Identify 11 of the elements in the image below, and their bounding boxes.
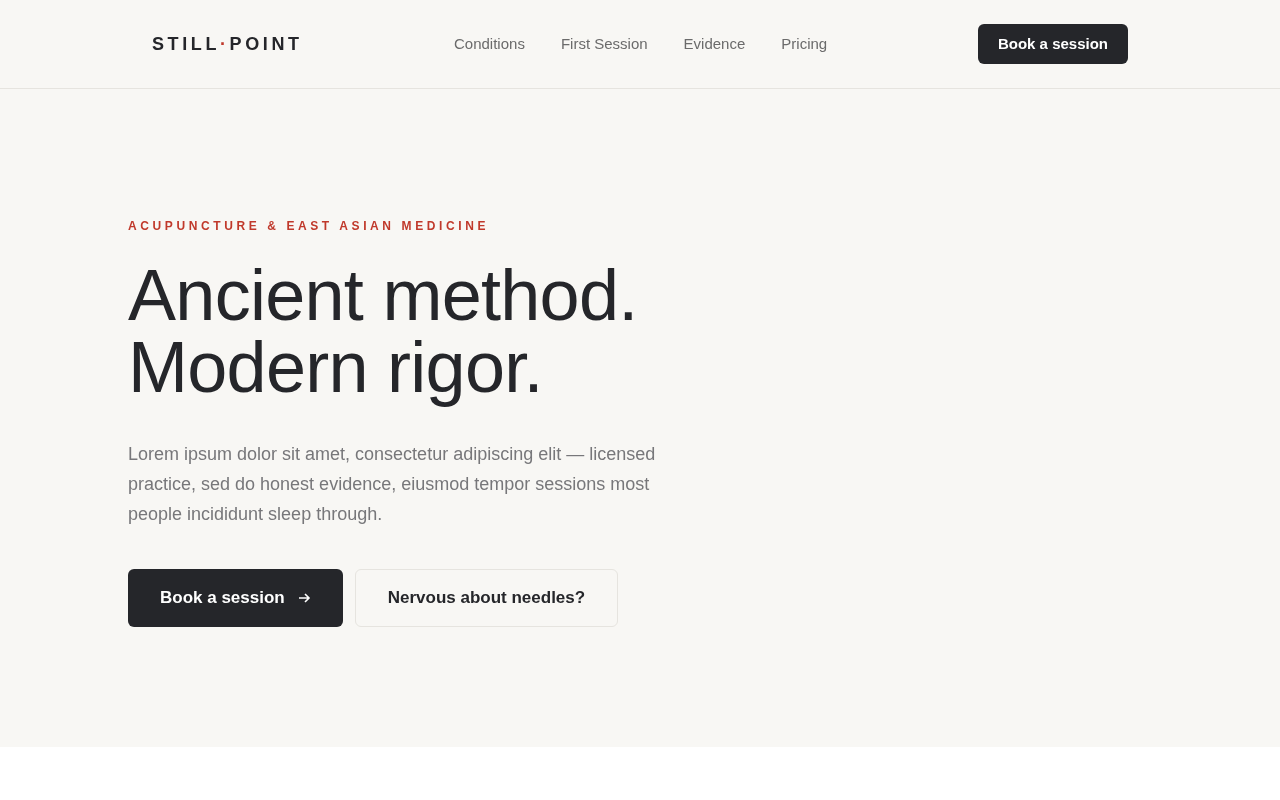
needles-info-button[interactable]: Nervous about needles? <box>354 569 619 627</box>
hero-description: Lorem ipsum dolor sit amet, consectetur adipiscing elit — licensed practice, sed do honest evidence, eiusmod tempor sessions most people incididunt sleep through. <box>128 443 657 526</box>
eyebrow-label: ACUPUNCTURE & EAST ASIAN MEDICINE <box>128 218 490 235</box>
arrow-right-icon <box>296 591 311 605</box>
nav-link[interactable]: Evidence <box>683 32 746 56</box>
nav-link[interactable]: Pricing <box>781 32 828 56</box>
logo[interactable]: STILL·POINT <box>152 30 372 58</box>
nav-link[interactable]: First Session <box>560 32 648 56</box>
nav-link[interactable]: Conditions <box>454 32 525 56</box>
book-session-button[interactable]: Book a session <box>977 24 1128 64</box>
book-session-button[interactable]: Book a session <box>128 569 343 627</box>
